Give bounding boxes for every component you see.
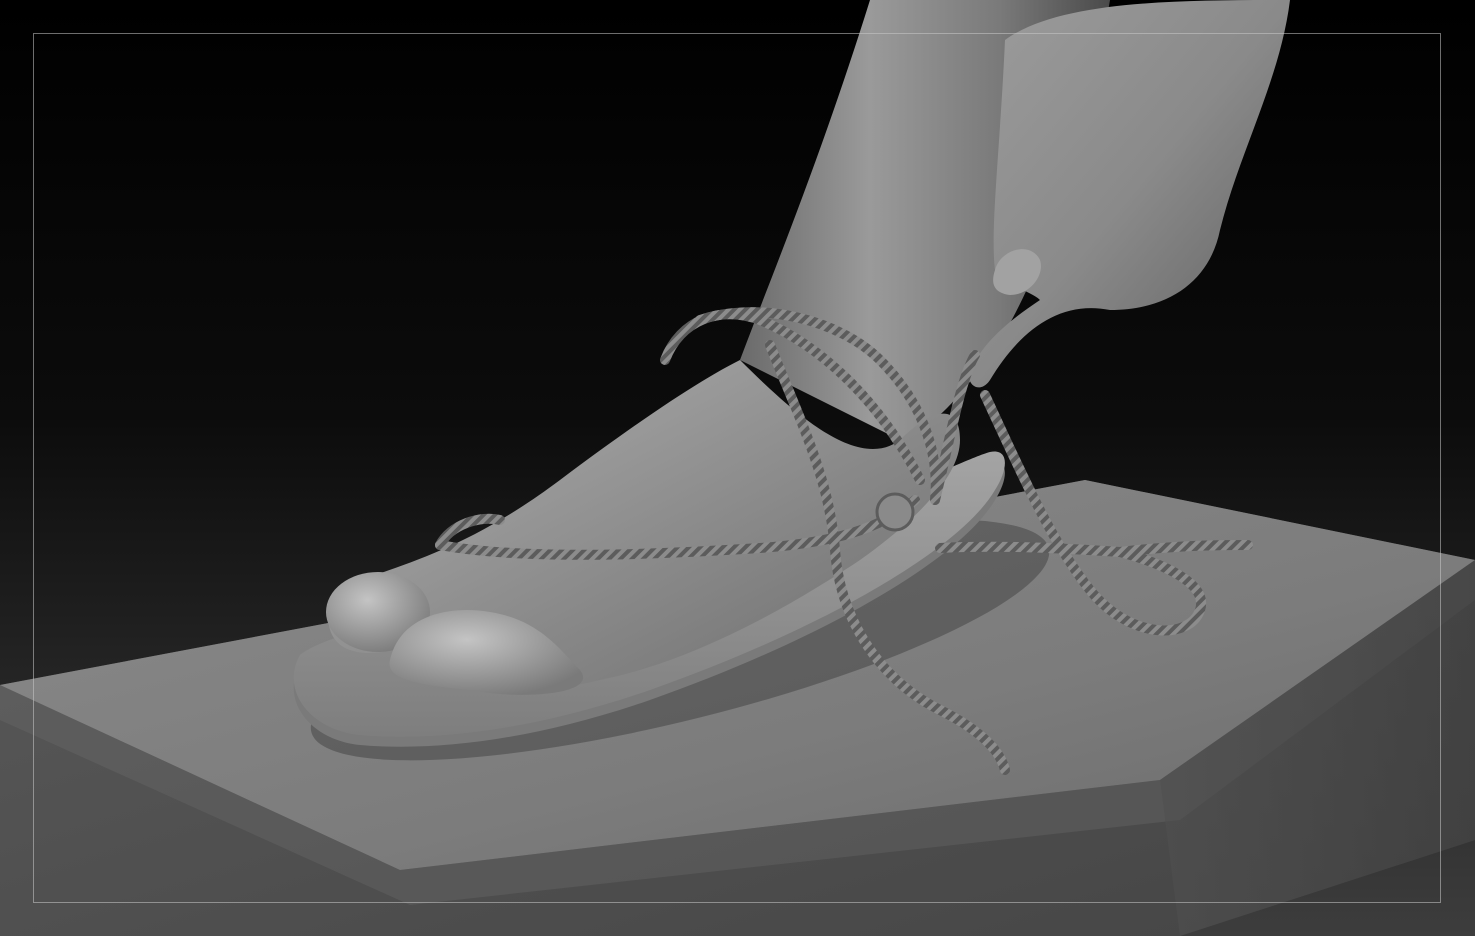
rope-knot [875,492,915,532]
sculpt-render[interactable] [0,0,1475,936]
render-viewport[interactable] [0,0,1475,936]
rope-back-strand [935,541,1125,557]
